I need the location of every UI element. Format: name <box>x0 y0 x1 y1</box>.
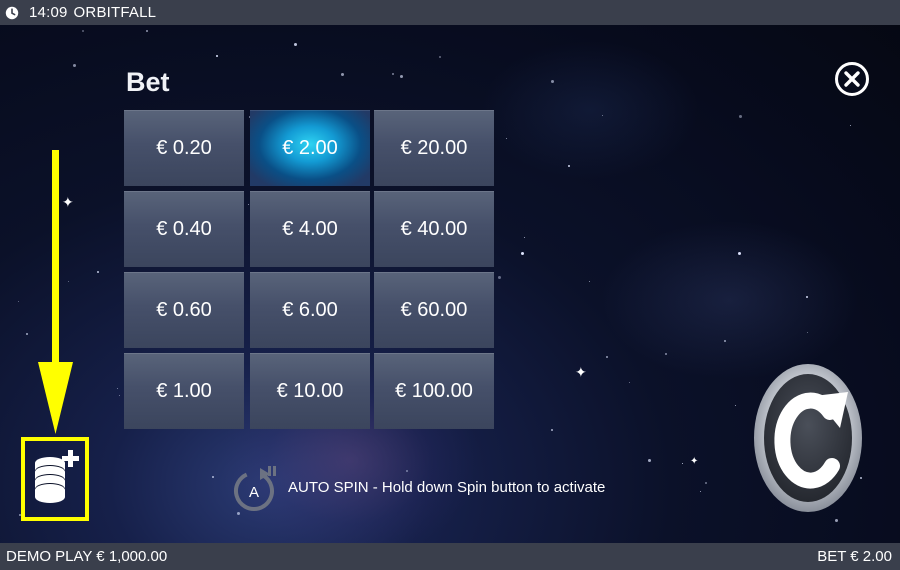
star-dot <box>498 276 501 279</box>
bet-settings-button[interactable] <box>21 437 89 521</box>
star-dot <box>294 43 297 46</box>
bet-panel-title: Bet <box>126 67 170 97</box>
star-dot <box>738 252 741 255</box>
bet-option-button[interactable]: € 0.40 <box>124 191 244 267</box>
sparkle-star: ✦ <box>575 364 587 380</box>
star-dot <box>739 115 742 118</box>
bet-option-button-selected[interactable]: € 2.00 <box>250 110 370 186</box>
bet-option-button[interactable]: € 20.00 <box>374 110 494 186</box>
star-dot <box>705 482 707 484</box>
star-dot <box>551 429 553 431</box>
annotation-arrow <box>38 150 73 434</box>
star-dot <box>551 80 554 83</box>
star-dot <box>700 491 701 492</box>
coins-plus-icon <box>35 450 79 503</box>
bet-option-button[interactable]: € 4.00 <box>250 191 370 267</box>
star-dot <box>648 459 651 462</box>
bet-option-button[interactable]: € 100.00 <box>374 353 494 429</box>
star-dot <box>682 463 683 464</box>
star-dot <box>439 56 441 58</box>
star-dot <box>117 388 118 389</box>
bet-option-button[interactable]: € 6.00 <box>250 272 370 348</box>
bet-option-button[interactable]: € 1.00 <box>124 353 244 429</box>
star-dot <box>212 476 214 478</box>
star-dot <box>506 138 507 139</box>
star-dot <box>26 333 28 335</box>
star-dot <box>807 332 808 333</box>
star-dot <box>524 237 525 238</box>
bet-option-button[interactable]: € 10.00 <box>250 353 370 429</box>
balance-display: DEMO PLAY € 1,000.00 <box>6 548 168 565</box>
star-dot <box>406 470 408 472</box>
star-dot <box>606 356 608 358</box>
auto-spin-description: - Hold down Spin button to activate <box>368 479 606 496</box>
star-dot <box>18 301 19 302</box>
status-bar: 14:09 ORBITFALL <box>0 0 900 25</box>
app-title: ORBITFALL <box>73 4 157 21</box>
auto-spin-icon: A <box>234 466 276 511</box>
star-dot <box>341 73 344 76</box>
status-time: 14:09 <box>29 4 68 21</box>
star-dot <box>735 405 736 406</box>
star-dot <box>806 296 808 298</box>
bet-option-button[interactable]: € 40.00 <box>374 191 494 267</box>
star-dot <box>82 30 84 32</box>
bet-option-button[interactable]: € 0.20 <box>124 110 244 186</box>
auto-spin-letter: A <box>249 484 259 501</box>
bet-option-button[interactable]: € 60.00 <box>374 272 494 348</box>
star-dot <box>665 353 667 355</box>
star-dot <box>73 64 76 67</box>
close-icon <box>844 71 860 87</box>
star-dot <box>146 30 148 32</box>
footer-bar: DEMO PLAY € 1,000.00 BET € 2.00 <box>0 543 900 570</box>
star-dot <box>400 75 403 78</box>
star-dot <box>724 340 726 342</box>
current-bet-display: BET € 2.00 <box>817 548 892 565</box>
star-dot <box>602 115 603 116</box>
star-dot <box>521 252 524 255</box>
star-dot <box>568 165 570 167</box>
star-dot <box>248 204 249 205</box>
nebula-glow <box>600 220 860 380</box>
clock-icon <box>5 6 19 19</box>
star-dot <box>589 281 590 282</box>
auto-spin-hint: AUTO SPIN - Hold down Spin button to act… <box>288 479 605 496</box>
sparkle-star: ✦ <box>690 456 699 467</box>
star-dot <box>119 395 120 396</box>
star-dot <box>97 271 99 273</box>
spin-button[interactable] <box>752 362 864 514</box>
auto-spin-title: AUTO SPIN <box>288 479 369 496</box>
star-dot <box>835 519 838 522</box>
nebula-glow <box>480 40 700 180</box>
star-dot <box>629 382 630 383</box>
bet-option-button[interactable]: € 0.60 <box>124 272 244 348</box>
star-dot <box>216 55 218 57</box>
close-button[interactable] <box>835 62 869 96</box>
star-dot <box>392 73 394 75</box>
star-dot <box>850 125 851 126</box>
